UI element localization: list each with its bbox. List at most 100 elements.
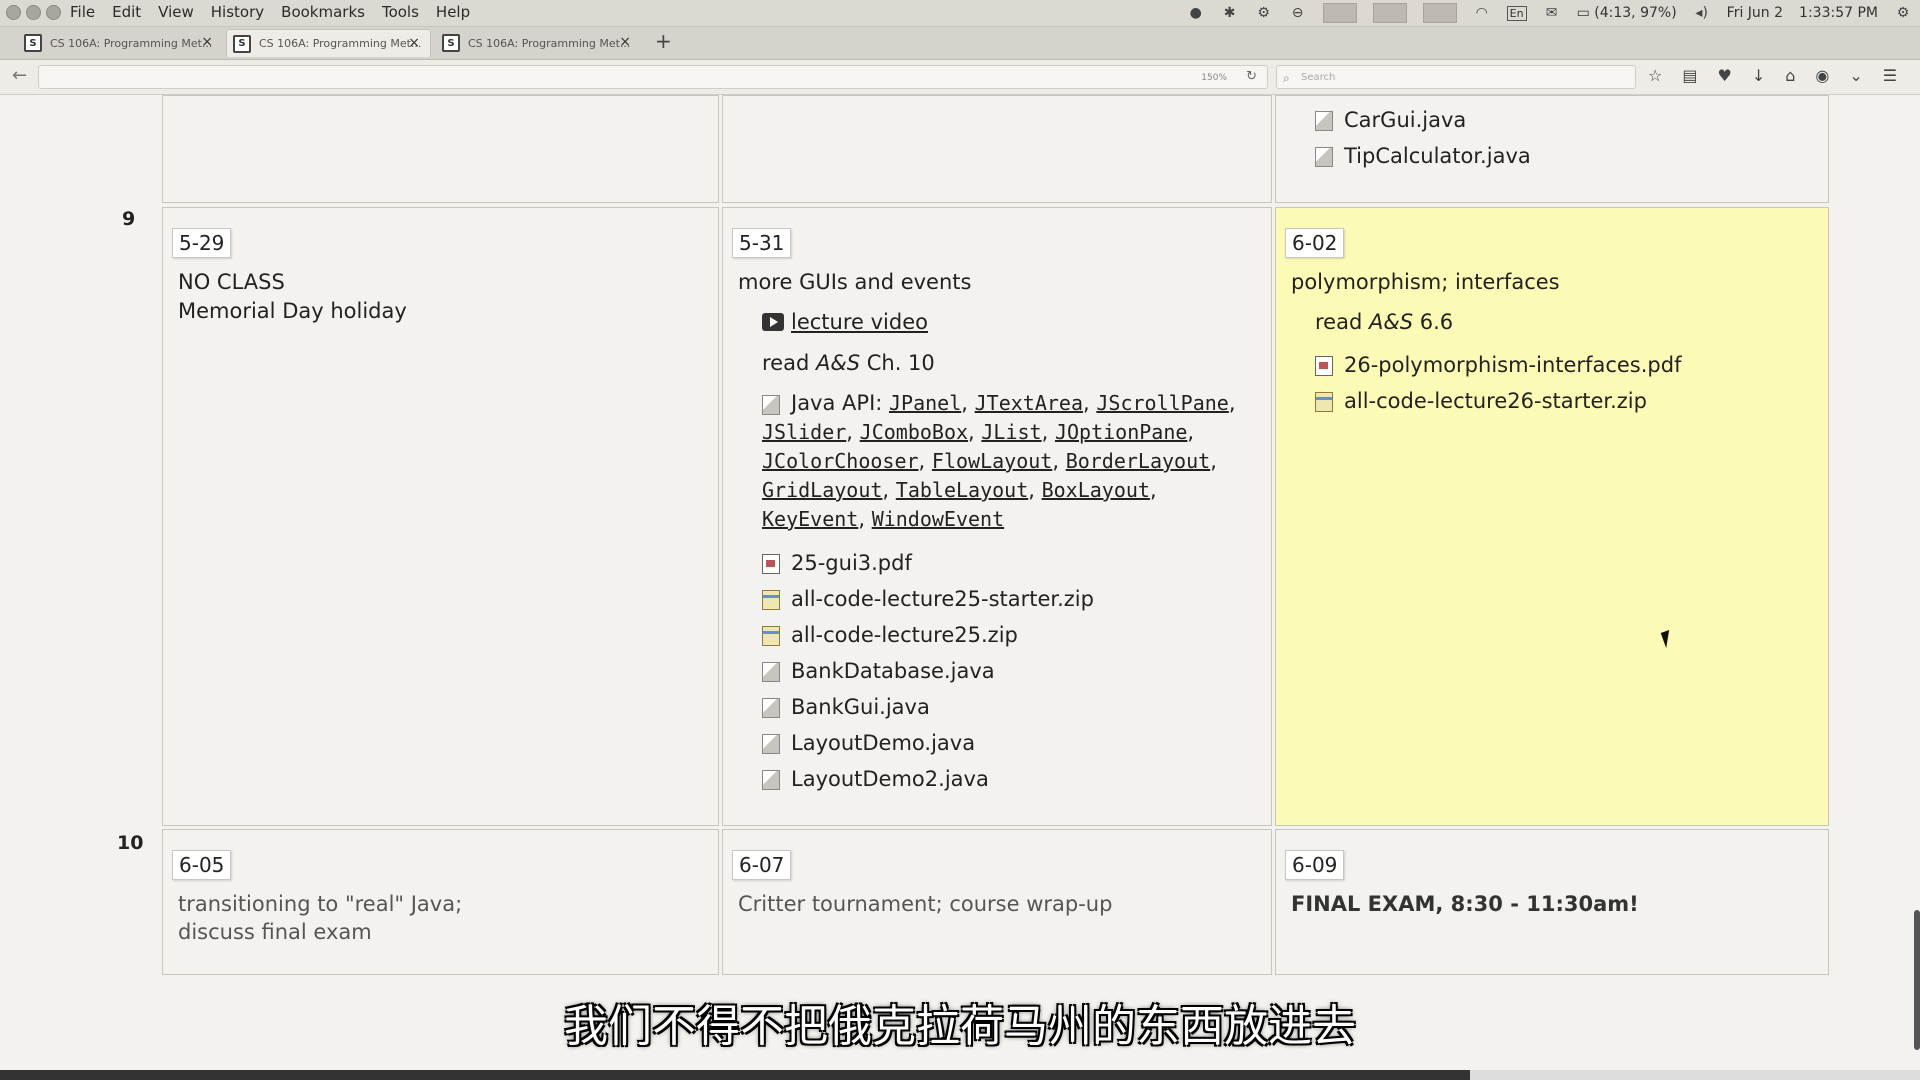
- zip-file-icon: [1315, 392, 1333, 412]
- clock-date[interactable]: Fri Jun 2: [1727, 5, 1783, 21]
- file-link[interactable]: LayoutDemo2.java: [791, 767, 989, 791]
- window-minimize-button[interactable]: [26, 5, 41, 20]
- pdf-file-icon: [762, 554, 780, 574]
- video-icon: [762, 313, 784, 331]
- java-file-icon: [1315, 147, 1333, 167]
- clock-time[interactable]: 1:33:57 PM: [1799, 5, 1878, 21]
- reading-book: A&S: [815, 351, 861, 375]
- api-link[interactable]: GridLayout: [762, 478, 882, 502]
- api-link[interactable]: JScrollPane: [1096, 391, 1228, 415]
- url-bar[interactable]: 150% ↻: [38, 65, 1268, 89]
- menu-file[interactable]: File: [70, 3, 95, 21]
- java-file-icon: [1315, 111, 1333, 131]
- record-icon[interactable]: ●: [1187, 5, 1205, 21]
- java-api-line: KeyEvent, WindowEvent: [762, 507, 1005, 531]
- battery-status: (4:13, 97%): [1594, 5, 1677, 21]
- menu-edit[interactable]: Edit: [112, 3, 141, 21]
- file-link[interactable]: all-code-lecture25-starter.zip: [791, 587, 1094, 611]
- window-maximize-button[interactable]: [46, 5, 61, 20]
- api-link[interactable]: JComboBox: [860, 420, 968, 444]
- wifi-icon[interactable]: ◠: [1473, 5, 1491, 21]
- calendar-cell: [722, 95, 1272, 203]
- reading-chapter: 6.6: [1413, 310, 1454, 334]
- cell-text: transitioning to "real" Java;: [178, 892, 463, 916]
- menu-help[interactable]: Help: [436, 3, 470, 21]
- api-link[interactable]: JColorChooser: [762, 449, 919, 473]
- browser-tab[interactable]: S CS 106A: Programming Met... ×: [436, 29, 641, 57]
- lecture-title: polymorphism; interfaces: [1291, 270, 1560, 294]
- api-link[interactable]: WindowEvent: [872, 507, 1004, 531]
- new-tab-button[interactable]: +: [655, 29, 672, 53]
- file-link[interactable]: BankGui.java: [791, 695, 930, 719]
- video-progress-bar[interactable]: [0, 1070, 1920, 1080]
- java-file-icon: [762, 662, 780, 682]
- api-link[interactable]: TableLayout: [896, 478, 1028, 502]
- file-link[interactable]: 26-polymorphism-interfaces.pdf: [1344, 353, 1681, 377]
- tab-close-icon[interactable]: ×: [201, 34, 213, 50]
- menu-tools[interactable]: Tools: [382, 3, 419, 21]
- java-api-line: JSlider, JComboBox, JList, JOptionPane,: [762, 420, 1195, 444]
- pdf-file-icon: [1315, 356, 1333, 376]
- system-menubar: File Edit View History Bookmarks Tools H…: [0, 0, 1920, 27]
- menu-bookmarks[interactable]: Bookmarks: [281, 3, 365, 21]
- battery-icon: ▭: [1576, 5, 1590, 21]
- keyboard-language-indicator[interactable]: En: [1506, 5, 1527, 21]
- java-api-icon: [762, 395, 780, 415]
- api-link[interactable]: JList: [981, 420, 1041, 444]
- pocket-icon[interactable]: ♥: [1717, 66, 1731, 85]
- mail-icon[interactable]: ✉: [1543, 5, 1561, 21]
- api-link[interactable]: FlowLayout: [932, 449, 1052, 473]
- system-monitor-graph[interactable]: [1322, 3, 1357, 23]
- menu-view[interactable]: View: [158, 3, 194, 21]
- file-link[interactable]: all-code-lecture25.zip: [791, 623, 1018, 647]
- api-link[interactable]: BorderLayout: [1066, 449, 1211, 473]
- date-badge: 5-31: [732, 228, 792, 258]
- date-badge: 6-02: [1285, 228, 1345, 258]
- api-link[interactable]: JOptionPane: [1055, 420, 1187, 444]
- zoom-level[interactable]: 150%: [1201, 66, 1227, 90]
- window-close-button[interactable]: [6, 5, 21, 20]
- lecture-video-link[interactable]: lecture video: [791, 310, 928, 334]
- system-monitor-graph[interactable]: [1422, 3, 1457, 23]
- file-link[interactable]: CarGui.java: [1344, 108, 1466, 132]
- back-arrow-icon[interactable]: ←: [12, 65, 27, 86]
- date-badge: 5-29: [172, 228, 232, 258]
- reload-icon[interactable]: ↻: [1246, 65, 1257, 89]
- browser-tab[interactable]: S CS 106A: Programming Met... ×: [18, 29, 223, 57]
- reading-list-icon[interactable]: ▤: [1682, 66, 1697, 85]
- api-link[interactable]: JTextArea: [975, 391, 1083, 415]
- addon-icon[interactable]: ◉: [1815, 66, 1829, 85]
- file-link[interactable]: 25-gui3.pdf: [791, 551, 912, 575]
- api-link[interactable]: KeyEvent: [762, 507, 858, 531]
- battery-indicator[interactable]: ▭ (4:13, 97%): [1577, 5, 1677, 21]
- block-icon[interactable]: ⊖: [1289, 5, 1307, 21]
- api-link[interactable]: JPanel: [889, 391, 961, 415]
- power-settings-icon[interactable]: ⚙: [1894, 5, 1912, 21]
- file-link[interactable]: BankDatabase.java: [791, 659, 995, 683]
- download-icon[interactable]: ↓: [1752, 66, 1765, 85]
- zip-file-icon: [762, 590, 780, 610]
- bookmark-star-icon[interactable]: ☆: [1648, 66, 1662, 85]
- api-link[interactable]: BoxLayout: [1042, 478, 1150, 502]
- settings-icon[interactable]: ⚙: [1255, 5, 1273, 21]
- search-input[interactable]: ⌕ Search: [1276, 65, 1636, 89]
- volume-icon[interactable]: ◂): [1693, 5, 1711, 21]
- reading-chapter: Ch. 10: [860, 351, 935, 375]
- home-icon[interactable]: ⌂: [1785, 66, 1795, 85]
- site-favicon-icon: S: [442, 34, 460, 52]
- browser-tab-active[interactable]: S CS 106A: Programming Met... ×: [226, 29, 431, 57]
- video-subtitle: 我们不得不把俄克拉荷马州的东西放进去: [564, 1001, 1356, 1052]
- tab-close-icon[interactable]: ×: [619, 34, 631, 50]
- tab-close-icon[interactable]: ×: [408, 35, 420, 51]
- file-link[interactable]: TipCalculator.java: [1344, 144, 1531, 168]
- tab-title: CS 106A: Programming Met...: [468, 36, 631, 50]
- calendar-cell: [162, 95, 719, 203]
- file-link[interactable]: all-code-lecture26-starter.zip: [1344, 389, 1647, 413]
- hamburger-menu-icon[interactable]: ☰: [1883, 66, 1897, 85]
- api-link[interactable]: JSlider: [762, 420, 846, 444]
- system-monitor-graph[interactable]: [1372, 3, 1407, 23]
- chevron-down-icon[interactable]: ⌄: [1849, 66, 1862, 85]
- menu-history[interactable]: History: [211, 3, 264, 21]
- dropbox-icon[interactable]: ✱: [1221, 5, 1239, 21]
- file-link[interactable]: LayoutDemo.java: [791, 731, 975, 755]
